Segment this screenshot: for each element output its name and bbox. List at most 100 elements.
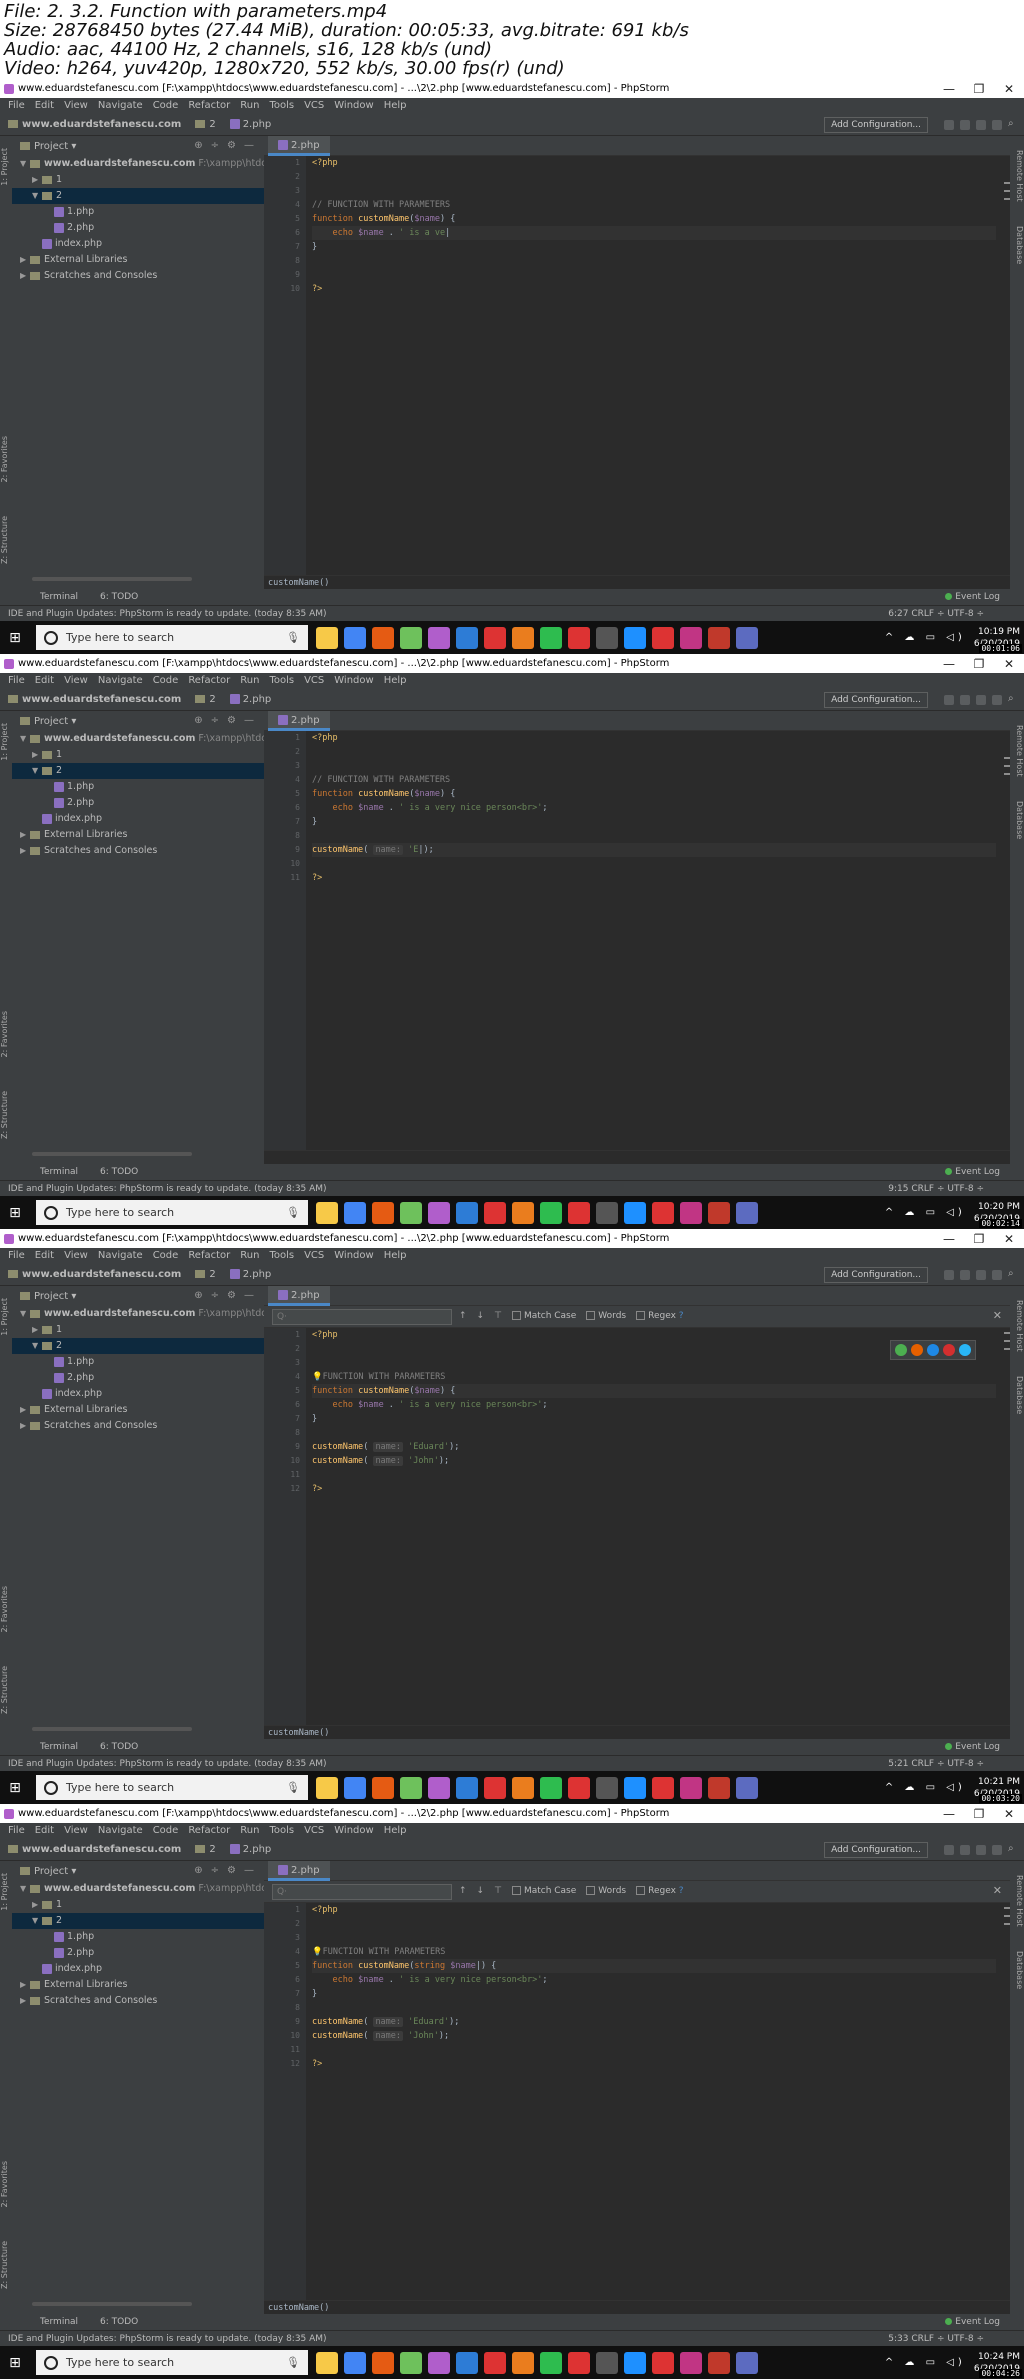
menu-item[interactable]: VCS bbox=[304, 1248, 324, 1264]
taskbar-app-icon[interactable] bbox=[568, 2351, 590, 2374]
tree-item[interactable]: ▶ External Libraries bbox=[12, 827, 264, 843]
tree-item[interactable]: ▼ 2 bbox=[12, 188, 264, 204]
chevron-right-icon[interactable]: ▶ bbox=[32, 1897, 42, 1913]
chevron-down-icon[interactable]: ▼ bbox=[20, 156, 30, 172]
breadcrumb-file[interactable]: 2.php bbox=[229, 1269, 271, 1280]
tree-item[interactable]: ▼ www.eduardstefanescu.com F:\xampp\htdoc… bbox=[12, 156, 288, 172]
taskbar-app-icon[interactable] bbox=[512, 2351, 534, 2374]
code-line[interactable] bbox=[312, 268, 996, 282]
maximize-button[interactable]: ❐ bbox=[964, 80, 994, 98]
taskbar-app-icon[interactable] bbox=[344, 626, 366, 649]
chrome-icon[interactable] bbox=[895, 1344, 907, 1356]
filter-icon[interactable]: ⊤ bbox=[494, 1886, 502, 1896]
menu-item[interactable]: Help bbox=[384, 1823, 407, 1839]
code-line[interactable]: function customName($name) { bbox=[312, 787, 996, 801]
taskbar-app-icon[interactable] bbox=[736, 1776, 758, 1799]
tree-item[interactable]: ▼ 2 bbox=[12, 1338, 264, 1354]
minimize-button[interactable]: — bbox=[934, 80, 964, 98]
gear-icon[interactable]: ⚙ bbox=[227, 140, 236, 151]
code-line[interactable]: customName( name: 'Eduard'); bbox=[312, 2015, 996, 2029]
words-checkbox[interactable]: Words bbox=[586, 1311, 626, 1321]
code-line[interactable] bbox=[312, 2043, 996, 2057]
tree-item[interactable]: ▶ Scratches and Consoles bbox=[12, 1993, 264, 2009]
code-line[interactable] bbox=[312, 254, 996, 268]
find-input[interactable]: Q· bbox=[272, 1309, 452, 1325]
collapse-icon[interactable]: ÷ bbox=[211, 715, 219, 726]
collapse-icon[interactable]: ÷ bbox=[211, 1290, 219, 1301]
code-line[interactable]: ?> bbox=[312, 1482, 996, 1496]
chevron-down-icon[interactable]: ▼ bbox=[32, 1338, 42, 1354]
project-panel-title[interactable]: Project ▾ bbox=[34, 1291, 76, 1302]
tray-icons[interactable]: ^ ☁ ▭ ◁) bbox=[885, 2357, 966, 2368]
taskbar-app-icon[interactable] bbox=[428, 1776, 450, 1799]
taskbar-app-icon[interactable] bbox=[708, 2351, 730, 2374]
taskbar-app-icon[interactable] bbox=[652, 1776, 674, 1799]
menu-item[interactable]: Navigate bbox=[98, 98, 143, 114]
code-editor[interactable]: <?php // FUNCTION WITH PARAMETERS function… bbox=[312, 156, 996, 575]
minimize-button[interactable]: — bbox=[934, 1805, 964, 1823]
ie-icon[interactable] bbox=[959, 1344, 971, 1356]
taskbar-app-icon[interactable] bbox=[652, 626, 674, 649]
windows-start-icon[interactable]: ⊞ bbox=[0, 1771, 30, 1804]
regex-checkbox[interactable]: Regex ? bbox=[636, 1886, 684, 1896]
taskbar-app-icon[interactable] bbox=[400, 2351, 422, 2374]
menu-item[interactable]: Code bbox=[153, 1248, 179, 1264]
tree-item[interactable]: index.php bbox=[12, 1386, 264, 1402]
favorites-tool-tab[interactable]: 2: Favorites bbox=[0, 1586, 12, 1632]
code-line[interactable]: echo $name . ' is a very nice person<br>… bbox=[312, 801, 996, 815]
add-configuration-button[interactable]: Add Configuration... bbox=[824, 692, 928, 708]
code-line[interactable] bbox=[312, 184, 996, 198]
menu-item[interactable]: File bbox=[8, 1823, 25, 1839]
code-line[interactable]: customName( name: 'E|); bbox=[312, 843, 996, 857]
tree-item[interactable]: ▶ External Libraries bbox=[12, 1402, 264, 1418]
horizontal-scrollbar[interactable] bbox=[32, 2302, 192, 2306]
taskbar-app-icon[interactable] bbox=[680, 626, 702, 649]
project-panel-title[interactable]: Project ▾ bbox=[34, 716, 76, 727]
taskbar-app-icon[interactable] bbox=[456, 2351, 478, 2374]
taskbar-search-box[interactable]: Type here to search 🎙 bbox=[36, 1200, 308, 1225]
taskbar-app-icon[interactable] bbox=[624, 1201, 646, 1224]
chevron-right-icon[interactable]: ▶ bbox=[20, 1402, 30, 1418]
taskbar-app-icon[interactable] bbox=[624, 626, 646, 649]
tree-item[interactable]: 1.php bbox=[12, 1929, 264, 1945]
locate-icon[interactable]: ⊕ bbox=[194, 1290, 202, 1301]
code-line[interactable] bbox=[312, 829, 996, 843]
coverage-icon[interactable] bbox=[976, 120, 986, 130]
taskbar-app-icon[interactable] bbox=[736, 1201, 758, 1224]
code-line[interactable]: ?> bbox=[312, 2057, 996, 2071]
todo-tab[interactable]: 6: TODO bbox=[100, 1739, 138, 1755]
menu-item[interactable]: Run bbox=[240, 673, 259, 689]
tab-2-php[interactable]: 2.php bbox=[268, 136, 330, 156]
menu-item[interactable]: Tools bbox=[269, 98, 294, 114]
taskbar-app-icon[interactable] bbox=[344, 1201, 366, 1224]
debug-icon[interactable] bbox=[960, 695, 970, 705]
breadcrumb-project[interactable]: www.eduardstefanescu.com bbox=[8, 694, 181, 705]
tab-2-php[interactable]: 2.php bbox=[268, 1286, 330, 1306]
menu-item[interactable]: View bbox=[64, 1823, 88, 1839]
arrow-up-icon[interactable]: ↑ bbox=[459, 1886, 467, 1896]
tree-item[interactable]: index.php bbox=[12, 236, 264, 252]
status-cursor-encoding[interactable]: 9:15 CRLF ÷ UTF-8 ÷ bbox=[888, 1181, 984, 1197]
code-line[interactable]: customName( name: 'John'); bbox=[312, 2029, 996, 2043]
code-line[interactable] bbox=[312, 1468, 996, 1482]
tree-item[interactable]: ▼ www.eduardstefanescu.com F:\xampp\htdoc… bbox=[12, 731, 288, 747]
safari-icon[interactable] bbox=[927, 1344, 939, 1356]
menu-item[interactable]: Window bbox=[334, 673, 373, 689]
taskbar-app-icon[interactable] bbox=[372, 1776, 394, 1799]
menu-item[interactable]: Code bbox=[153, 98, 179, 114]
add-configuration-button[interactable]: Add Configuration... bbox=[824, 117, 928, 133]
taskbar-app-icon[interactable] bbox=[456, 1201, 478, 1224]
code-line[interactable] bbox=[312, 170, 996, 184]
database-tool-tab[interactable]: Database bbox=[1012, 1951, 1024, 1989]
tree-item[interactable]: ▶ 1 bbox=[12, 172, 264, 188]
close-icon[interactable]: ✕ bbox=[993, 1884, 1002, 1897]
menu-item[interactable]: Help bbox=[384, 673, 407, 689]
windows-start-icon[interactable]: ⊞ bbox=[0, 2346, 30, 2379]
structure-tool-tab[interactable]: Z: Structure bbox=[0, 516, 12, 564]
code-line[interactable]: echo $name . ' is a ve| bbox=[312, 226, 996, 240]
gear-icon[interactable]: ⚙ bbox=[227, 715, 236, 726]
menu-item[interactable]: VCS bbox=[304, 673, 324, 689]
microphone-icon[interactable]: 🎙 bbox=[286, 2356, 300, 2369]
project-tool-tab[interactable]: 1: Project bbox=[0, 1298, 12, 1336]
chevron-right-icon[interactable]: ▶ bbox=[20, 252, 30, 268]
